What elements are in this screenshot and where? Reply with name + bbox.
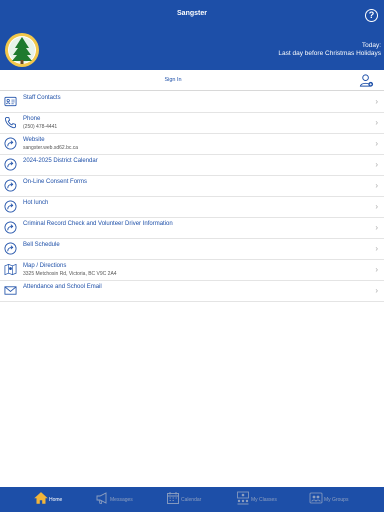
phone-icon — [5, 116, 17, 129]
chevron-right-icon: › — [375, 286, 378, 295]
menu-item-title: Criminal Record Check and Volunteer Driv… — [23, 221, 173, 227]
menu-item-title: Hot lunch — [23, 200, 49, 206]
school-banner: Today: Last day before Christmas Holiday… — [0, 30, 384, 70]
chevron-right-icon: › — [375, 265, 378, 274]
menu-item-subtitle: 3325 Metchosin Rd, Victoria, BC V9C 2A4 — [23, 271, 117, 277]
chevron-right-icon: › — [375, 202, 378, 211]
calendar-icon — [167, 492, 179, 504]
chevron-right-icon: › — [375, 244, 378, 253]
menu-item-consent-forms[interactable]: On-Line Consent Forms › — [0, 176, 384, 197]
menu-item-district-calendar[interactable]: 2024-2025 District Calendar › — [0, 155, 384, 176]
top-bar: Sangster ? — [0, 0, 384, 30]
tab-home[interactable]: Home — [34, 491, 74, 509]
menu-item-subtitle: (250) 478-4441 — [23, 124, 58, 130]
menu-item-title: Staff Contacts — [23, 95, 61, 101]
menu-list: Staff Contacts › Phone (250) 478-4441 › … — [0, 92, 384, 302]
menu-item-title: Bell Schedule — [23, 242, 60, 248]
today-notice: Today: Last day before Christmas Holiday… — [278, 42, 381, 58]
menu-item-title: Website — [23, 137, 45, 143]
tab-messages[interactable]: Messages — [95, 491, 145, 509]
bottom-tab-bar: Home Messages Calendar My Classes My Gro… — [0, 487, 384, 512]
tab-label: My Groups — [324, 497, 349, 503]
chevron-right-icon: › — [375, 118, 378, 127]
chevron-right-icon: › — [375, 160, 378, 169]
chevron-right-icon: › — [375, 181, 378, 190]
school-logo — [5, 33, 39, 67]
share-arrow-icon — [4, 179, 17, 192]
today-label: Today: — [361, 42, 381, 49]
menu-item-title: Attendance and School Email — [23, 284, 102, 290]
chevron-right-icon: › — [375, 97, 378, 106]
tab-label: Home — [49, 497, 63, 503]
add-user-icon[interactable] — [359, 73, 374, 88]
chevron-right-icon: › — [375, 223, 378, 232]
menu-item-attendance-email[interactable]: Attendance and School Email › — [0, 281, 384, 302]
menu-item-website[interactable]: Website sangster.web.sd62.bc.ca › — [0, 134, 384, 155]
menu-item-staff-contacts[interactable]: Staff Contacts › — [0, 92, 384, 113]
megaphone-icon — [96, 492, 107, 504]
app-title: Sangster — [177, 10, 207, 17]
menu-item-bell-schedule[interactable]: Bell Schedule › — [0, 239, 384, 260]
menu-item-title: Phone — [23, 116, 41, 122]
share-arrow-icon — [4, 137, 17, 150]
menu-item-title: Map / Directions — [23, 263, 67, 269]
contact-card-icon — [4, 96, 17, 107]
menu-item-phone[interactable]: Phone (250) 478-4441 › — [0, 113, 384, 134]
share-arrow-icon — [4, 221, 17, 234]
sign-in-bar: Sign In — [0, 70, 384, 91]
groups-icon — [309, 492, 323, 504]
share-arrow-icon — [4, 242, 17, 255]
sign-in-link[interactable]: Sign In — [0, 77, 346, 83]
help-button[interactable]: ? — [365, 9, 378, 22]
tab-my-groups[interactable]: My Groups — [309, 491, 359, 509]
tab-label: Messages — [110, 497, 133, 503]
menu-item-title: 2024-2025 District Calendar — [23, 158, 98, 164]
menu-item-title: On-Line Consent Forms — [23, 179, 88, 185]
share-arrow-icon — [4, 158, 17, 171]
tab-calendar[interactable]: Calendar — [166, 491, 211, 509]
classes-icon — [237, 491, 249, 505]
share-arrow-icon — [4, 200, 17, 213]
home-icon — [34, 492, 48, 504]
menu-item-criminal-record-check[interactable]: Criminal Record Check and Volunteer Driv… — [0, 218, 384, 239]
tab-my-classes[interactable]: My Classes — [236, 491, 286, 509]
chevron-right-icon: › — [375, 139, 378, 148]
today-text: Last day before Christmas Holidays — [278, 50, 381, 57]
email-icon — [4, 286, 17, 295]
map-icon — [4, 263, 17, 276]
menu-item-hot-lunch[interactable]: Hot lunch › — [0, 197, 384, 218]
question-mark-icon: ? — [368, 10, 375, 20]
tab-label: My Classes — [251, 497, 277, 503]
menu-item-subtitle: sangster.web.sd62.bc.ca — [23, 145, 79, 151]
tab-label: Calendar — [181, 497, 202, 503]
menu-item-map-directions[interactable]: Map / Directions 3325 Metchosin Rd, Vict… — [0, 260, 384, 281]
